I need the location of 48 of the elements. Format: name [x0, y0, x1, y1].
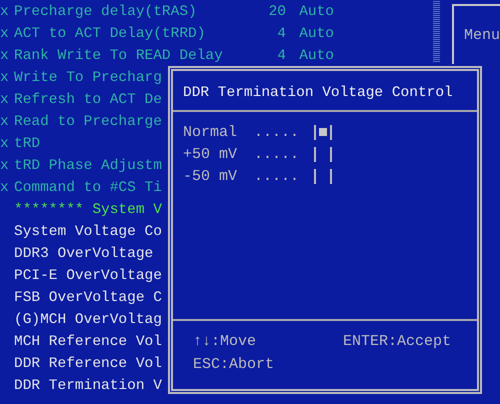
disabled-mark: x: [0, 179, 10, 198]
setting-label: Precharge delay(tRAS): [14, 3, 197, 22]
disabled-mark: x: [0, 113, 10, 132]
setting-label[interactable]: MCH Reference Vol: [14, 331, 162, 353]
setting-value: 20: [268, 3, 286, 22]
option-label[interactable]: Normal: [183, 124, 245, 140]
setting-label: Command to #CS Ti: [14, 179, 162, 198]
key-hint: ENTER:Accept: [343, 332, 452, 352]
setting-label: Read to Precharge: [14, 113, 162, 132]
setting-label: tRD Phase Adjustm: [14, 157, 162, 176]
radio-button[interactable]: [314, 168, 332, 184]
setting-label[interactable]: DDR Termination V: [14, 375, 162, 397]
disabled-mark: x: [0, 69, 10, 88]
key-hint: ↑↓:Move: [193, 332, 258, 352]
disabled-mark: x: [0, 135, 10, 154]
setting-label[interactable]: (G)MCH OverVoltag: [14, 309, 162, 331]
disabled-mark: x: [0, 3, 10, 22]
dot-leader: .....: [254, 146, 300, 162]
setting-value: 4: [277, 25, 286, 44]
setting-mode: Auto: [299, 25, 334, 44]
setting-label: Refresh to ACT De: [14, 91, 162, 110]
disabled-mark: x: [0, 91, 10, 110]
setting-mode: Auto: [299, 47, 334, 66]
setting-label[interactable]: DDR Reference Vol: [14, 353, 162, 375]
option-label[interactable]: -50 mV: [183, 168, 245, 184]
setting-label: tRD: [14, 135, 40, 154]
scrollbar: [433, 0, 440, 62]
radio-button[interactable]: [314, 146, 332, 162]
disabled-mark: x: [0, 157, 10, 176]
setting-label[interactable]: System Voltage Co: [14, 221, 162, 243]
disabled-mark: x: [0, 25, 10, 44]
setting-label: Write To Precharg: [14, 69, 162, 88]
section-header: ******** System V: [14, 201, 162, 220]
setting-label: Rank Write To READ Delay: [14, 47, 223, 66]
setting-label[interactable]: FSB OverVoltage C: [14, 287, 162, 309]
setting-value: 4: [277, 47, 286, 66]
setting-mode: Auto: [299, 3, 334, 22]
disabled-mark: x: [0, 47, 10, 66]
setting-label[interactable]: PCI-E OverVoltage: [14, 265, 162, 287]
help-title: Menu: [463, 26, 500, 44]
radio-button[interactable]: [314, 124, 332, 140]
dot-leader: .....: [254, 168, 300, 184]
option-label[interactable]: +50 mV: [183, 146, 245, 162]
dialog-title: DDR Termination Voltage Control: [182, 84, 454, 103]
key-hint: ESC:Abort: [193, 355, 276, 375]
dot-leader: .....: [254, 124, 300, 140]
setting-label[interactable]: DDR3 OverVoltage: [14, 243, 154, 265]
setting-label: ACT to ACT Delay(tRRD): [14, 25, 206, 44]
